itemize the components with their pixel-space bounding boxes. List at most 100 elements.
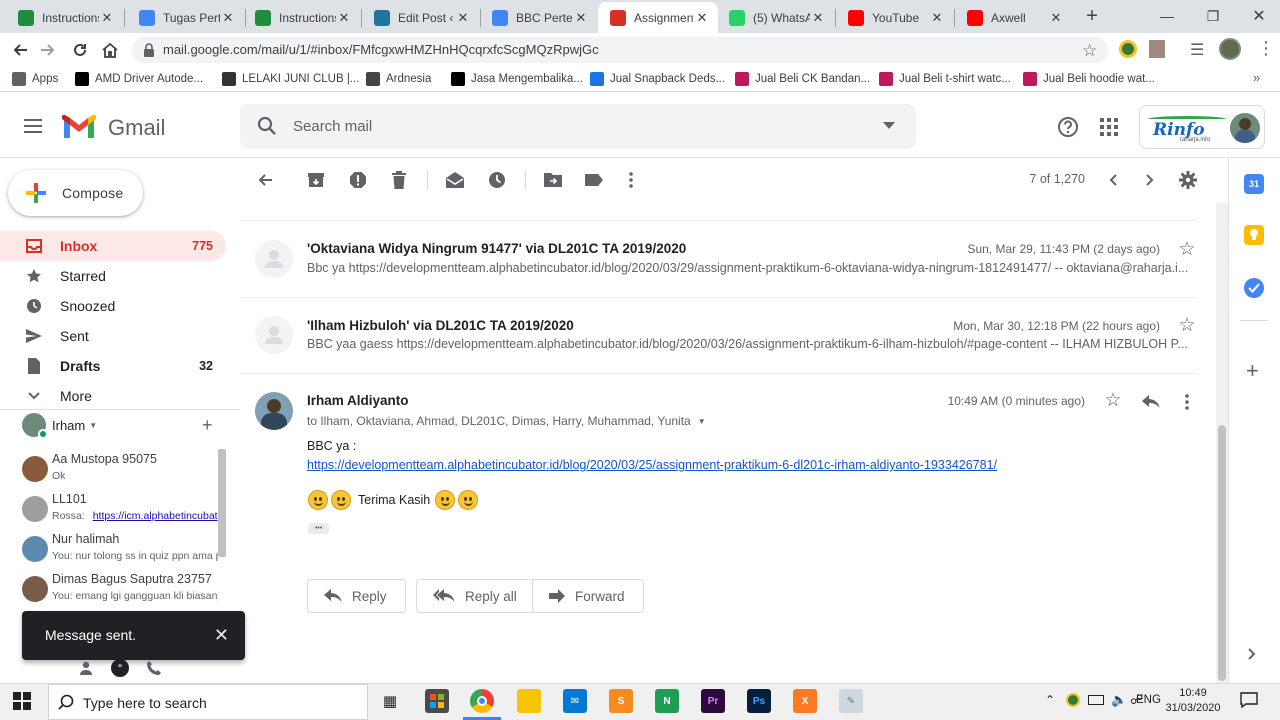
taskbar-clock[interactable]: 10:49 31/03/2020 xyxy=(1162,686,1224,716)
tab-close-icon[interactable]: ✕ xyxy=(573,10,589,26)
browser-tab[interactable]: Tugas Perte✕ xyxy=(127,2,244,33)
sublime-icon[interactable]: S xyxy=(609,689,633,713)
recipients-dropdown-icon[interactable]: ▼ xyxy=(698,417,706,426)
bookmark-item[interactable]: Jual Beli t-shirt watc... xyxy=(879,70,1011,88)
close-window-icon[interactable]: ✕ xyxy=(1236,0,1280,32)
move-to-icon[interactable] xyxy=(543,170,563,190)
tab-close-icon[interactable]: ✕ xyxy=(929,10,945,26)
tab-close-icon[interactable]: ✕ xyxy=(1048,10,1064,26)
more-options-icon[interactable] xyxy=(621,170,641,190)
bookmark-star-icon[interactable]: ☆ xyxy=(1082,41,1097,61)
status-dropdown-icon[interactable]: ▼ xyxy=(89,421,97,430)
chat-contact[interactable]: LL101 Rossa: https://icm.alphabetincubat xyxy=(22,490,218,528)
sidebar-item-drafts[interactable]: Drafts 32 xyxy=(0,351,226,381)
battery-icon[interactable] xyxy=(1088,695,1104,705)
browser-tab[interactable]: Instructions ✕ xyxy=(6,2,123,33)
tab-close-icon[interactable]: ✕ xyxy=(694,10,710,26)
calendar-icon[interactable]: 31 xyxy=(1244,174,1264,194)
support-icon[interactable] xyxy=(1057,116,1079,138)
bookmark-item[interactable]: Jual Snapback Deds... xyxy=(590,70,725,88)
tab-close-icon[interactable]: ✕ xyxy=(336,10,352,26)
back-icon[interactable] xyxy=(8,38,32,62)
paint-icon[interactable]: ✎ xyxy=(839,689,863,713)
sidebar-item-more[interactable]: More xyxy=(0,381,226,411)
search-box[interactable]: Search mail xyxy=(240,104,916,149)
address-bar[interactable]: mail.google.com/mail/u/1/#inbox/FMfcgxwH… xyxy=(132,37,1108,63)
account-avatar[interactable] xyxy=(1230,113,1260,143)
chrome-icon[interactable] xyxy=(470,689,494,713)
browser-tab[interactable]: BBC Pertem✕ xyxy=(480,2,597,33)
account-logo[interactable]: Rinfo raharja.info xyxy=(1139,105,1265,149)
browser-tab[interactable]: (5) WhatsAp✕ xyxy=(717,2,834,33)
xampp-icon[interactable]: X xyxy=(793,689,817,713)
reading-list-icon[interactable]: ☰ xyxy=(1190,40,1204,60)
sidebar-item-sent[interactable]: Sent xyxy=(0,321,226,351)
browser-menu-icon[interactable]: ⋮ xyxy=(1257,38,1275,58)
browser-tab[interactable]: Assignment ✕ xyxy=(598,2,718,33)
home-icon[interactable] xyxy=(98,38,122,62)
browser-tab[interactable]: Edit Post ‹ A✕ xyxy=(362,2,479,33)
sidebar-item-inbox[interactable]: Inbox 775 xyxy=(0,231,226,261)
sidebar-item-snoozed[interactable]: Snoozed xyxy=(0,291,226,321)
windows-start-icon[interactable] xyxy=(13,692,31,710)
browser-tab[interactable]: Axwell ✕ xyxy=(955,2,1072,33)
profile-avatar[interactable] xyxy=(1219,38,1241,60)
star-icon[interactable]: ☆ xyxy=(1103,390,1123,411)
delete-icon[interactable] xyxy=(389,170,409,190)
taskbar-search[interactable]: Type here to search xyxy=(48,684,368,720)
collapsed-message[interactable]: 'Oktaviana Widya Ningrum 91477' via DL20… xyxy=(240,221,1197,297)
browser-tab[interactable]: Instructions ✕ xyxy=(243,2,360,33)
maximize-icon[interactable]: ❐ xyxy=(1190,0,1236,32)
tasks-icon[interactable] xyxy=(1244,278,1264,298)
sidebar-item-starred[interactable]: Starred xyxy=(0,261,226,291)
search-options-icon[interactable] xyxy=(883,122,895,130)
tray-app-icon[interactable] xyxy=(1066,693,1080,707)
store-icon[interactable] xyxy=(425,689,449,713)
star-icon[interactable]: ☆ xyxy=(1177,239,1197,260)
browser-tab[interactable]: YouTube ✕ xyxy=(836,2,953,33)
star-icon[interactable]: ☆ xyxy=(1177,315,1197,336)
volume-icon[interactable]: 🔈 xyxy=(1111,692,1127,708)
premiere-icon[interactable]: Pr xyxy=(701,689,725,713)
mail-icon[interactable]: ✉ xyxy=(563,689,587,713)
tab-close-icon[interactable]: ✕ xyxy=(810,10,826,26)
bookmark-item[interactable]: AMD Driver Autode... xyxy=(75,70,203,88)
tab-close-icon[interactable]: ✕ xyxy=(99,10,115,26)
message-more-icon[interactable] xyxy=(1177,392,1197,412)
keep-icon[interactable] xyxy=(1244,225,1264,245)
forward-icon[interactable] xyxy=(36,38,60,62)
mark-unread-icon[interactable] xyxy=(445,170,465,190)
reload-icon[interactable] xyxy=(68,38,92,62)
input-language[interactable]: ENG xyxy=(1136,694,1161,706)
action-center-icon[interactable] xyxy=(1240,692,1258,708)
chat-contact[interactable]: Nur halimah You: nur tolong ss in quiz pp… xyxy=(22,530,218,568)
taskbar-search-input[interactable]: Type here to search xyxy=(83,695,207,711)
older-chevron-icon[interactable] xyxy=(1140,170,1160,190)
task-view-icon[interactable]: ▦ xyxy=(378,689,402,713)
message-link[interactable]: https://developmentteam.alphabetincubato… xyxy=(307,458,997,472)
compose-button[interactable]: Compose xyxy=(8,170,143,216)
report-spam-icon[interactable] xyxy=(348,170,368,190)
search-icon[interactable] xyxy=(257,116,277,136)
get-addons-icon[interactable]: + xyxy=(1246,360,1259,382)
gmail-logo-icon[interactable] xyxy=(61,114,97,140)
bookmark-item[interactable]: Jual Beli hoodie wat... xyxy=(1023,70,1155,88)
archive-icon[interactable] xyxy=(306,170,326,190)
tab-close-icon[interactable]: ✕ xyxy=(455,10,471,26)
apps-grid-icon[interactable] xyxy=(1100,118,1118,136)
forward-button[interactable]: Forward xyxy=(532,579,644,613)
file-explorer-icon[interactable] xyxy=(517,689,541,713)
reply-all-button[interactable]: Reply all xyxy=(416,579,536,613)
label-icon[interactable] xyxy=(584,170,604,190)
notepad-plus-icon[interactable]: N xyxy=(655,689,679,713)
reply-button[interactable]: Reply xyxy=(307,579,406,613)
bookmark-item[interactable]: Ardnesia xyxy=(366,70,431,88)
reply-icon[interactable] xyxy=(1141,392,1161,412)
main-scrollbar-thumb[interactable] xyxy=(1218,425,1226,681)
search-input[interactable]: Search mail xyxy=(293,118,372,135)
phone-tab-icon[interactable] xyxy=(146,660,162,676)
hangouts-tab-icon[interactable]: ” xyxy=(111,659,129,677)
new-tab-button[interactable]: + xyxy=(1080,6,1104,28)
tab-close-icon[interactable]: ✕ xyxy=(220,10,236,26)
new-chat-icon[interactable]: + xyxy=(202,416,213,434)
